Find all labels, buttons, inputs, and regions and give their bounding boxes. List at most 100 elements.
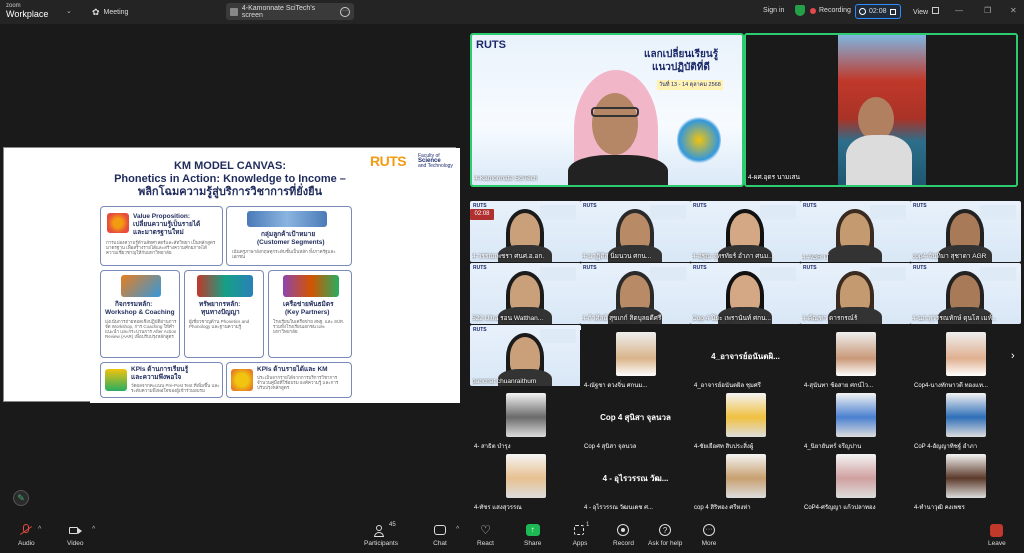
video-tile[interactable]: RUTS 4-คัณฑา ดารกรณ์ร้ [800, 263, 911, 324]
apps-button[interactable]: 1 Apps [572, 522, 590, 547]
paw-icon: ✿ [92, 7, 100, 17]
key-partners-card: เครือข่ายพันธมิตร (Key Partners) โรงเรีย… [268, 270, 352, 358]
meeting-timer[interactable]: 02:08 [855, 4, 901, 19]
photo-tile[interactable]: 4-ณัฐชา ดวงจิ่น ศกนม... [580, 330, 691, 392]
camera-off-tile[interactable]: Cop 4 สุนิสา จุลนวล Cop 4 สุนิสา จุลนวล [580, 391, 691, 453]
ask-for-help-button[interactable]: ? Ask for help [648, 524, 682, 547]
microphone-muted-icon [18, 524, 34, 537]
participant-name: 522 Ultra รอน Watthan... [472, 315, 544, 322]
card2-title: กลุ่มลูกค้าเป้าหมาย [261, 231, 316, 238]
chat-options-chevron-icon[interactable]: ^ [456, 526, 459, 533]
video-tile-active-speaker[interactable]: RUTS แลกเปลี่ยนเรียนรู้ แนวปฏิบัติที่ดี … [470, 33, 744, 187]
view-button[interactable]: View [913, 7, 939, 16]
slide-title-line2: Phonetics in Action: Knowledge to Income… [114, 173, 346, 185]
record-dot-icon [810, 7, 816, 14]
more-options-icon[interactable]: ··· [340, 6, 351, 17]
participant-name: cop4-จันทิมา สุชาดา AGR [912, 253, 987, 260]
network-icon [283, 275, 339, 297]
tile-banner [760, 205, 796, 219]
card1-sub1: เปลี่ยนความรู้เป็นรายได้ [133, 221, 201, 228]
participant-name: 4-Kamonnate SciTech [474, 175, 538, 182]
card7-desc: ประเมินจากรายได้จากการบริการวิชาการ จำนว… [257, 375, 339, 390]
heart-icon: ♡ [480, 523, 491, 537]
photo-tile[interactable]: CoP4-ศรัญญา แก้วปลาทอง [800, 452, 911, 514]
screen-share-tab[interactable]: 4-Kamonnate SciTech's screen ··· [226, 3, 354, 20]
video-tile[interactable]: RUTS 4-นาฏิติส นิ่มนวน ศกน... [580, 201, 691, 262]
video-tile[interactable]: RUTS 4-ก้าศิลย์ สุขเกก์ สิตบุลยดีศรี [580, 263, 691, 324]
top-bar: zoom Workplace ⌄ ✿ Meeting 4-Kamonnate S… [0, 0, 1024, 24]
photo-tile[interactable]: 4-ทำนาวุฒิ คงเพชร [910, 452, 1021, 514]
share-label: Share [524, 540, 542, 547]
photo-tile[interactable]: 4_นิยายันทร์ จรีญปาน [800, 391, 911, 453]
tile-banner [540, 267, 576, 281]
photo-tile[interactable]: 4-ชัยเยือศท สิบประสิ่งผู้ [690, 391, 801, 453]
photo-tile[interactable]: 4-ทัชร แสงสุวรรณ [470, 452, 581, 514]
annotate-pencil-icon[interactable]: ✎ [13, 490, 29, 506]
card7-title: KPIs ด้านรายได้และ KM [257, 366, 328, 373]
share-button[interactable]: ↑ Share [524, 524, 541, 547]
zoom-meeting-window: zoom Workplace ⌄ ✿ Meeting 4-Kamonnate S… [0, 0, 1024, 553]
photo-tile[interactable]: CoP 4-อัญญาทิชฐ์ อำภา [910, 391, 1021, 453]
participant-name: 4-AGR IT [802, 254, 830, 261]
key-activities-card: กิจกรรมหลัก: Workshop & Coaching มุ่งเน้… [100, 270, 180, 358]
chat-button[interactable]: Chat [432, 524, 448, 547]
video-tile[interactable]: RUTS 4-อรุณ จุทรทัยร์ อำภา ศนม... [690, 201, 801, 262]
participant-display-name: Cop 4 สุนิสา จุลนวล [600, 413, 671, 422]
react-button[interactable]: ♡ React [477, 523, 494, 548]
video-tile[interactable]: RUTS cop4-จันทิมา สุชาดา AGR [910, 201, 1021, 262]
more-button[interactable]: ··· More [701, 524, 717, 547]
participant-name: 4- สาธิต บำรุง [474, 444, 511, 450]
card6-title: KPIs ด้านการเรียนรู้ [131, 366, 189, 373]
camera-off-tile[interactable]: 4_อาจารย์อนันตผิ... 4_อาจารย์อนันตผิล ชุม… [690, 330, 801, 392]
camera-off-tile[interactable]: 4 - อุไรวรรณ วัฒ... 4 - อุไรวรรณ วัฒนเดช … [580, 452, 691, 514]
video-tile[interactable]: RUTS 4-นภ.สุวรรณทักษ์ ดุนโส เมห์... [910, 263, 1021, 324]
video-tile[interactable]: RUTS parichat chuanraithum [470, 325, 581, 386]
profile-photo [506, 454, 546, 498]
leave-button[interactable]: Leave [988, 524, 1006, 547]
close-icon[interactable]: ✕ [1010, 6, 1017, 15]
video-tile[interactable]: RUTS 4-AGR IT [800, 201, 911, 262]
participant-name: 4-สุนันทา ช้อสาย ศกน์ไว... [804, 383, 874, 389]
video-tile[interactable]: RUTS 522 Ultra รอน Watthan... [470, 263, 581, 324]
participant-name: 4-ทำนาวุฒิ คงเพชร [914, 505, 965, 511]
chat-label: Chat [433, 540, 447, 547]
maximize-icon[interactable]: ❐ [984, 6, 991, 15]
revenue-kpi-card: KPIs ด้านรายได้และ KM ประเมินจากรายได้จา… [226, 362, 352, 398]
chevron-down-icon[interactable]: ⌄ [66, 7, 72, 15]
speaker-body [568, 155, 668, 185]
photo-tile[interactable]: 4- สาธิต บำรุง [470, 391, 581, 453]
tile-logo: RUTS [473, 265, 487, 271]
shared-screen[interactable]: RUTS Faculty of Science and Technology K… [3, 147, 460, 403]
more-label: More [701, 540, 717, 547]
minimize-icon[interactable]: — [955, 6, 963, 15]
record-button[interactable]: Record [613, 524, 634, 547]
profile-photo [726, 454, 766, 498]
audio-options-chevron-icon[interactable]: ^ [38, 526, 41, 533]
next-page-arrow-icon[interactable]: › [1011, 350, 1015, 362]
participants-button[interactable]: 45 Participants [364, 522, 398, 547]
card4-desc: ผู้เชี่ยวชาญด้าน Phonetics and Phonology… [189, 319, 250, 329]
slide-title-line3: พลิกโฉมความรู้สู่บริการวิชาการที่ยั่งยืน [137, 186, 323, 198]
audio-button[interactable]: Audio [18, 524, 35, 547]
photo-tile[interactable]: cop 4 สิริทอง ศรีหงห่า [690, 452, 801, 514]
meeting-button[interactable]: ✿ Meeting [92, 7, 128, 18]
bottom-toolbar: Audio ^ Video ^ 45 Participants Chat ^ ♡ [0, 522, 1024, 553]
shield-icon[interactable] [795, 5, 805, 16]
card2-sub1: (Customer Segments) [257, 239, 325, 246]
photo-tile[interactable]: Cop4-นางทักษาวดี ทองแท... [910, 330, 1021, 392]
video-tile[interactable]: RUTS Cop 4 ปิยะ เพรานันท์ ศกน... [690, 263, 801, 324]
recording-indicator[interactable]: Recording [810, 7, 851, 14]
photo-tile[interactable]: 4-สุนันทา ช้อสาย ศกน์ไว... [800, 330, 911, 392]
sign-in-button[interactable]: Sign in [763, 7, 784, 14]
speaker-glasses [591, 107, 639, 117]
timer-value: 02:08 [869, 8, 887, 15]
participant-name: 4 - อุไรวรรณ วัฒนเดช ศ... [584, 505, 653, 511]
help-icon: ? [657, 524, 673, 537]
video-tile-udorn[interactable]: 4-ผศ.อุดร นามเสน [744, 33, 1018, 187]
tile-banner [650, 267, 686, 281]
video-button[interactable]: Video [67, 524, 84, 547]
tile-banner [980, 267, 1016, 281]
profile-photo [616, 332, 656, 376]
video-options-chevron-icon[interactable]: ^ [92, 526, 95, 533]
clock-icon [859, 8, 866, 15]
